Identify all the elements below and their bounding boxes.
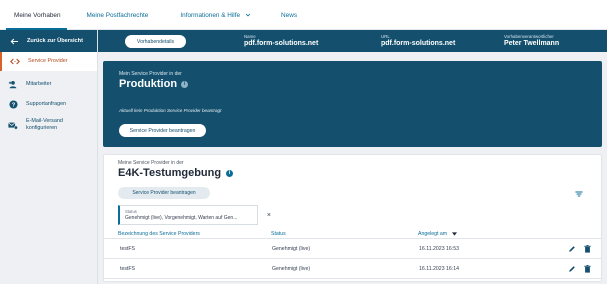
column-header-status[interactable]: Status xyxy=(271,231,286,237)
user-add-icon xyxy=(8,79,18,89)
filter-icon[interactable] xyxy=(575,191,583,197)
sidebar: Zurück zur Übersicht Service Provider Mi… xyxy=(0,30,98,284)
owner-label: Vorhabenverantwortlicher xyxy=(504,34,554,39)
e4k-subtitle: Meine Service Provider in der xyxy=(118,160,184,166)
tab-label: Meine Postfachrechte xyxy=(86,11,149,19)
production-title-text: Produktion xyxy=(119,78,178,90)
info-icon[interactable]: i xyxy=(226,169,234,177)
edit-icon[interactable] xyxy=(568,245,576,253)
arrow-left-icon xyxy=(10,38,18,44)
help-circle-icon: ? xyxy=(8,100,18,110)
sort-desc-icon xyxy=(451,231,457,236)
trash-icon[interactable] xyxy=(584,265,591,273)
cell-created: 16.11.2023 16:14 xyxy=(419,266,459,272)
project-details-button[interactable]: Vorhabendetails xyxy=(125,35,186,48)
sidebar-item-label: Mitarbeiter xyxy=(26,80,52,87)
back-label: Zurück zur Übersicht xyxy=(27,38,83,44)
column-header-created[interactable]: Angelegt am xyxy=(418,231,457,237)
sidebar-item-label: Service Provider xyxy=(28,58,68,64)
project-name: Name pdf.form-solutions.net xyxy=(244,34,318,47)
chevron-down-icon xyxy=(245,13,251,17)
url-label: URL xyxy=(381,34,390,39)
label-line-1: E-Mail-Versand xyxy=(26,118,63,124)
code-arrows-icon xyxy=(10,57,20,67)
tab-label: Informationen & Hilfe xyxy=(180,11,241,19)
cell-status: Genehmigt (live) xyxy=(272,246,311,252)
sidebar-item-label: Supportanfragen xyxy=(26,101,67,107)
status-filter-chip[interactable]: Status Genehmigt (live), Vorgenehmigt, W… xyxy=(118,205,271,225)
chip-key: Status xyxy=(125,209,137,214)
owner-value: Peter Twellmann xyxy=(504,40,560,47)
cell-status: Genehmigt (live) xyxy=(272,266,311,272)
sidebar-item-label: E-Mail-Versand konfigurieren xyxy=(26,118,63,132)
production-card: Mein Service Provider in der Produktion … xyxy=(103,61,602,147)
main-content: Vorhabendetails Name pdf.form-solutions.… xyxy=(98,30,607,284)
back-to-overview-button[interactable]: Zurück zur Übersicht xyxy=(0,30,97,52)
production-request-button[interactable]: Service Provider beantragen xyxy=(119,124,206,137)
production-title: Produktion i xyxy=(119,78,189,90)
project-url: URL pdf.form-solutions.net xyxy=(381,34,455,47)
label-line-2: konfigurieren xyxy=(26,125,58,131)
tab-news[interactable]: News xyxy=(263,0,309,30)
tab-informationen-hilfe[interactable]: Informationen & Hilfe xyxy=(160,0,263,30)
info-icon[interactable]: i xyxy=(181,80,189,88)
name-value: pdf.form-solutions.net xyxy=(244,40,319,47)
project-owner: Vorhabenverantwortlicher Peter Twellmann xyxy=(504,34,559,47)
tab-label: News xyxy=(281,11,298,19)
edit-icon[interactable] xyxy=(568,265,576,273)
sidebar-item-mitarbeiter[interactable]: Mitarbeiter xyxy=(0,73,97,95)
cell-name: testFS xyxy=(120,266,135,272)
table-row: testFS Genehmigt (live) 16.11.2023 16:53 xyxy=(103,238,602,259)
tab-meine-postfachrechte[interactable]: Meine Postfachrechte xyxy=(73,0,161,30)
e4k-request-button[interactable]: Service Provider beantragen xyxy=(118,187,210,199)
column-header-created-label: Angelegt am xyxy=(418,231,448,237)
svg-text:?: ? xyxy=(11,103,15,109)
column-header-name[interactable]: Bezeichnung des Service Providers xyxy=(118,231,200,237)
name-label: Name xyxy=(244,34,256,39)
close-icon[interactable]: × xyxy=(267,212,271,219)
table-row: testFS Genehmigt (live) 16.11.2023 16:14 xyxy=(103,258,602,279)
sidebar-item-email-versand[interactable]: E-Mail-Versand konfigurieren xyxy=(0,114,97,136)
tab-label: Meine Vorhaben xyxy=(14,11,61,19)
cell-name: testFS xyxy=(120,246,135,252)
project-context-bar: Vorhabendetails Name pdf.form-solutions.… xyxy=(98,30,607,52)
production-empty-text: Aktuell kein Produktion Service Provider… xyxy=(119,108,222,113)
cell-created: 16.11.2023 16:53 xyxy=(419,246,459,252)
e4k-title-text: E4K-Testumgebung xyxy=(118,167,222,179)
sidebar-item-supportanfragen[interactable]: ? Supportanfragen xyxy=(0,95,97,114)
production-subtitle: Mein Service Provider in der xyxy=(119,71,182,77)
sidebar-item-service-provider[interactable]: Service Provider xyxy=(0,52,97,71)
url-value: pdf.form-solutions.net xyxy=(381,40,456,47)
tab-meine-vorhaben[interactable]: Meine Vorhaben xyxy=(0,0,73,30)
e4k-title: E4K-Testumgebung i xyxy=(118,167,234,179)
top-navigation: Meine Vorhaben Meine Postfachrechte Info… xyxy=(0,0,607,30)
trash-icon[interactable] xyxy=(584,245,591,253)
chip-value: Genehmigt (live), Vorgenehmigt, Warten a… xyxy=(125,215,238,221)
mail-settings-icon xyxy=(8,120,18,130)
